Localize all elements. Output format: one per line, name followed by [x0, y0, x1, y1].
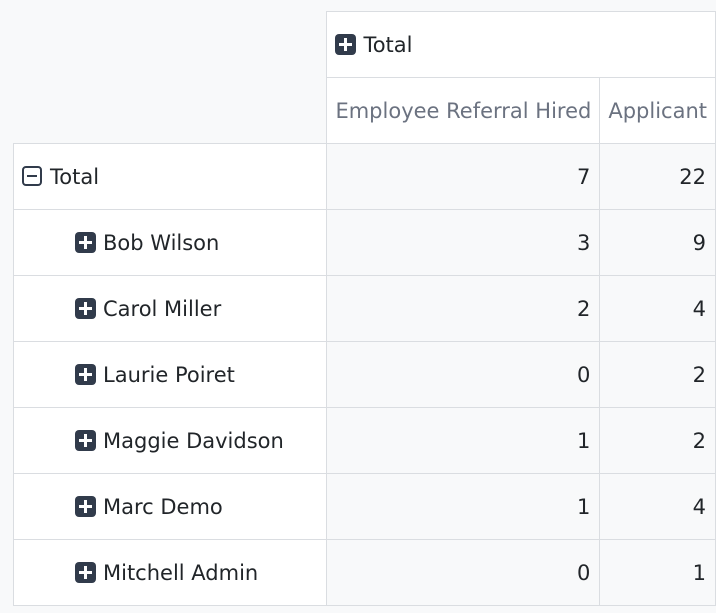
cell-value[interactable]: 1 — [599, 539, 716, 606]
measure-header-employee-referral-hired[interactable]: Employee Referral Hired — [326, 77, 601, 144]
row-header[interactable]: Mitchell Admin — [12, 539, 328, 606]
table-row: Bob Wilson 3 9 — [12, 209, 716, 276]
cell-value[interactable]: 2 — [599, 341, 716, 408]
table-row: Laurie Poiret 0 2 — [12, 341, 716, 408]
row-header[interactable]: Maggie Davidson — [12, 407, 328, 474]
minus-square-icon[interactable] — [22, 165, 42, 186]
table-row-total: Total 7 22 — [12, 143, 716, 210]
column-header-total-label: Total — [363, 32, 413, 57]
table-row: Maggie Davidson 1 2 — [12, 407, 716, 474]
cell-value[interactable]: 22 — [599, 143, 716, 210]
row-header-label: Marc Demo — [103, 494, 223, 519]
cell-value[interactable]: 7 — [326, 143, 601, 210]
plus-square-icon[interactable] — [75, 297, 96, 319]
column-header-total[interactable]: Total — [326, 11, 716, 78]
plus-square-icon[interactable] — [75, 495, 96, 517]
plus-square-icon[interactable] — [75, 231, 96, 253]
row-header-label: Carol Miller — [103, 296, 222, 321]
plus-square-icon[interactable] — [75, 363, 96, 385]
cell-value[interactable]: 3 — [326, 209, 601, 276]
cell-value[interactable]: 0 — [326, 341, 601, 408]
cell-value[interactable]: 1 — [326, 407, 601, 474]
row-header[interactable]: Carol Miller — [12, 275, 328, 342]
row-header-label: Bob Wilson — [103, 230, 220, 255]
table-row: Marc Demo 1 4 — [12, 473, 716, 540]
row-header-label: Total — [50, 164, 100, 189]
measure-header-applicant[interactable]: Applicant — [599, 77, 716, 144]
row-header[interactable]: Marc Demo — [12, 473, 328, 540]
pivot-corner — [14, 12, 327, 144]
cell-value[interactable]: 2 — [599, 407, 716, 474]
cell-value[interactable]: 4 — [599, 473, 716, 540]
row-header-label: Mitchell Admin — [103, 560, 259, 585]
cell-value[interactable]: 0 — [326, 539, 601, 606]
row-header[interactable]: Laurie Poiret — [12, 341, 328, 408]
table-row: Carol Miller 2 4 — [12, 275, 716, 342]
table-row: Mitchell Admin 0 1 — [12, 539, 716, 606]
cell-value[interactable]: 2 — [326, 275, 601, 342]
row-header-total[interactable]: Total — [12, 143, 328, 210]
row-header-label: Laurie Poiret — [103, 362, 235, 387]
plus-square-icon[interactable] — [75, 429, 96, 451]
row-header[interactable]: Bob Wilson — [12, 209, 328, 276]
cell-value[interactable]: 9 — [599, 209, 716, 276]
pivot-table: Total Employee Referral Hired Applicant … — [12, 11, 716, 606]
cell-value[interactable]: 4 — [599, 275, 716, 342]
cell-value[interactable]: 1 — [326, 473, 601, 540]
plus-square-icon[interactable] — [335, 33, 357, 55]
plus-square-icon[interactable] — [75, 561, 96, 583]
row-header-label: Maggie Davidson — [103, 428, 284, 453]
